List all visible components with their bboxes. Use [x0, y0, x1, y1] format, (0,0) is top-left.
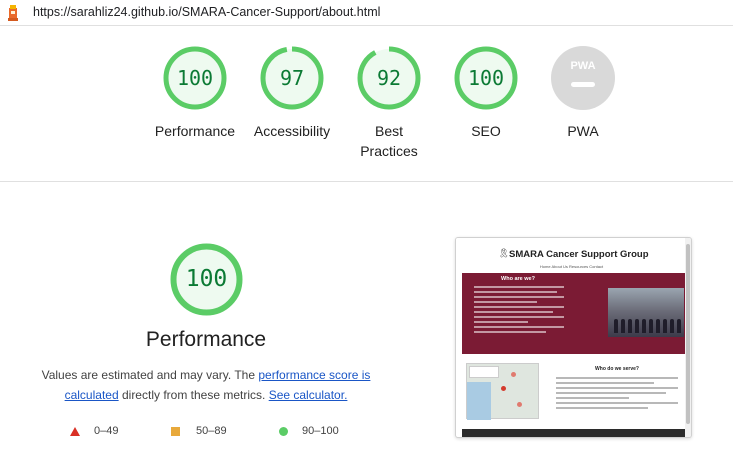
legend-average-label: 50–89 — [196, 425, 227, 437]
pwa-gauge[interactable]: PWA — [551, 46, 615, 110]
performance-main-gauge: 100 — [170, 243, 243, 316]
page-screenshot-thumbnail[interactable]: 🎗 SMARA Cancer Support Group Home About … — [455, 237, 692, 438]
thumb-footer — [462, 429, 688, 437]
map-pin-icon — [517, 402, 522, 407]
legend-pass: 90–100 — [279, 423, 339, 439]
accessibility-label: Accessibility — [253, 123, 331, 139]
pwa-badge-text: PWA — [570, 60, 595, 72]
thumb-header: 🎗 SMARA Cancer Support Group Home About … — [456, 238, 687, 269]
best-practices-score: 92 — [376, 66, 402, 90]
see-calculator-link[interactable]: See calculator. — [269, 388, 348, 402]
best-practices-label-line1: Best — [374, 123, 403, 139]
seo-label: SEO — [471, 123, 501, 139]
pwa-label: PWA — [567, 123, 599, 139]
lighthouse-icon — [8, 5, 18, 21]
thumb-nav: Home About Us Resources Contact — [539, 264, 604, 269]
thumb-about-text — [474, 286, 564, 336]
thumb-map-infobox — [469, 366, 499, 378]
performance-gauge[interactable]: 100 — [163, 46, 227, 110]
seo-gauge[interactable]: 100 — [454, 46, 518, 110]
pwa-dash — [571, 82, 595, 87]
performance-main-score: 100 — [185, 266, 228, 292]
page-url[interactable]: https://sarahliz24.github.io/SMARA-Cance… — [33, 5, 380, 19]
accessibility-score: 97 — [279, 66, 305, 90]
note-prefix: Values are estimated and may vary. The — [41, 368, 259, 382]
thumb-map — [466, 363, 539, 420]
url-bar: https://sarahliz24.github.io/SMARA-Cance… — [0, 0, 733, 26]
legend-average: 50–89 — [171, 423, 227, 439]
legend-fail-label: 0–49 — [94, 425, 119, 437]
ribbon-icon: 🎗 — [498, 248, 510, 258]
legend-fail: 0–49 — [70, 423, 118, 439]
performance-label: Performance — [154, 123, 236, 139]
average-square-icon — [171, 426, 180, 436]
thumb-serve-heading: Who do we serve? — [595, 366, 639, 372]
thumb-about-section: Who are we? — [462, 273, 688, 354]
legend-pass-label: 90–100 — [302, 425, 339, 437]
thumb-map-sea — [467, 382, 491, 420]
performance-note: Values are estimated and may vary. The p… — [40, 365, 372, 405]
thumb-scrollbar[interactable] — [685, 238, 691, 437]
accessibility-gauge[interactable]: 97 — [260, 46, 324, 110]
thumb-group-photo — [608, 288, 684, 337]
note-middle: directly from these metrics. — [118, 388, 269, 402]
best-practices-gauge[interactable]: 92 — [357, 46, 421, 110]
map-pin-icon — [511, 372, 516, 377]
map-pin-icon — [501, 386, 506, 391]
performance-section-title: Performance — [145, 328, 267, 351]
pass-circle-icon — [279, 426, 288, 436]
fail-triangle-icon — [70, 426, 80, 436]
thumb-site-title: SMARA Cancer Support Group — [509, 249, 649, 260]
thumb-serve-text — [556, 377, 678, 412]
seo-score: 100 — [467, 66, 505, 90]
performance-score: 100 — [176, 66, 214, 90]
thumb-who-heading: Who are we? — [501, 276, 535, 282]
best-practices-label-line2: Practices — [360, 143, 418, 159]
best-practices-label: Best Practices — [339, 121, 439, 161]
section-divider — [0, 181, 733, 182]
